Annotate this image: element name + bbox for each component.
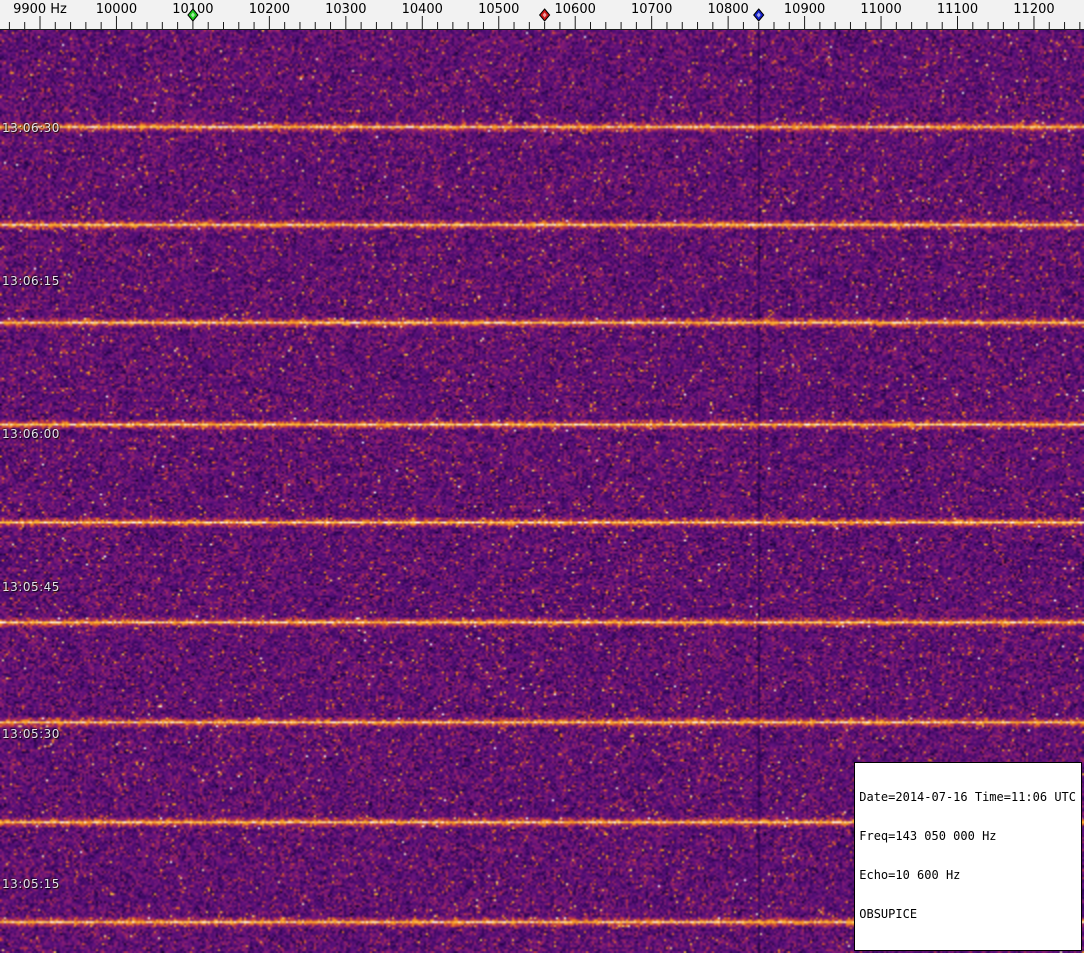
time-label: 13:06:15 bbox=[2, 274, 60, 288]
freq-tick-label: 10500 bbox=[478, 2, 519, 17]
freq-tick-label: 11000 bbox=[860, 2, 901, 17]
frequency-ruler: 9900 Hz100001010010200103001040010500106… bbox=[0, 0, 1084, 30]
time-label: 13:06:00 bbox=[2, 427, 60, 441]
freq-tick-label: 9900 Hz bbox=[13, 2, 67, 17]
freq-tick-label: 10700 bbox=[631, 2, 672, 17]
freq-tick-label: 10900 bbox=[784, 2, 825, 17]
spectrogram-app: 9900 Hz100001010010200103001040010500106… bbox=[0, 0, 1084, 953]
info-station-line: OBSUPICE bbox=[859, 907, 918, 921]
info-box: Date=2014-07-16 Time=11:06 UTC Freq=143 … bbox=[854, 762, 1082, 951]
time-label: 13:05:45 bbox=[2, 580, 60, 594]
freq-tick-label: 10400 bbox=[402, 2, 443, 17]
freq-tick-label: 10200 bbox=[249, 2, 290, 17]
info-echo-line: Echo=10 600 Hz bbox=[859, 868, 961, 882]
freq-tick-label: 10000 bbox=[96, 2, 137, 17]
info-date-line: Date=2014-07-16 Time=11:06 UTC bbox=[859, 790, 1076, 804]
info-freq-line: Freq=143 050 000 Hz bbox=[859, 829, 997, 843]
freq-tick-label: 11200 bbox=[1013, 2, 1054, 17]
time-label: 13:05:30 bbox=[2, 727, 60, 741]
waterfall-display[interactable]: 13:06:30 13:06:15 13:06:00 13:05:45 13:05:30… bbox=[0, 30, 1084, 953]
freq-tick-label: 11100 bbox=[937, 2, 978, 17]
freq-tick-label: 10600 bbox=[555, 2, 596, 17]
freq-tick-label: 10800 bbox=[707, 2, 748, 17]
freq-tick-label: 10300 bbox=[325, 2, 366, 17]
frequency-axis[interactable]: 9900 Hz100001010010200103001040010500106… bbox=[0, 0, 1084, 30]
time-label: 13:06:30 bbox=[2, 121, 60, 135]
time-label: 13:05:15 bbox=[2, 877, 60, 891]
